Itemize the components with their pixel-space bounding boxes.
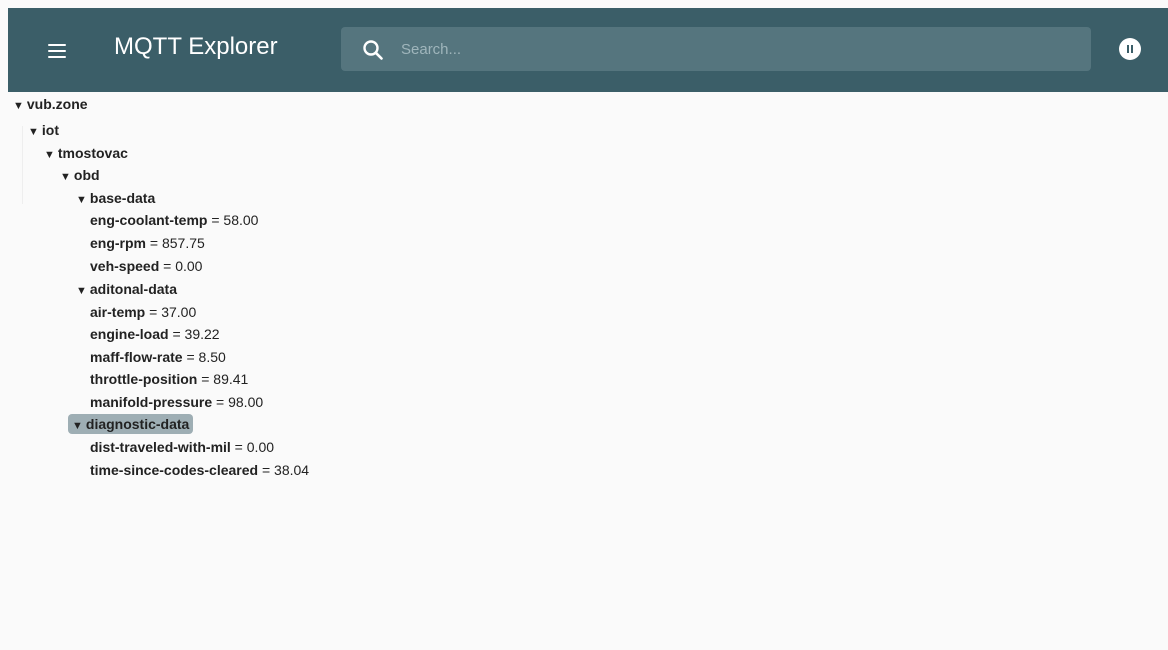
tree-node-label: obd <box>73 167 100 183</box>
topic-key: time-since-codes-cleared <box>90 462 259 478</box>
topic-key: maff-flow-rate <box>90 349 183 365</box>
topic-value: 38.04 <box>274 462 310 478</box>
mqtt-explorer-window: MQTT Explorer ▼vub.zone ▼iot ▼tmostovac … <box>0 0 1168 650</box>
topic-value: 58.00 <box>223 212 259 228</box>
tree-node-label: iot <box>41 122 59 138</box>
tree-node-diagnostic-data[interactable]: ▼ diagnostic-data <box>68 414 194 434</box>
app-title: MQTT Explorer <box>114 33 278 60</box>
topic-key: engine-load <box>90 326 169 342</box>
tree-node-label: aditonal-data <box>89 281 178 297</box>
tree-leaf-veh-speed[interactable]: veh-speed = 0.00 <box>90 256 202 276</box>
topic-tree: ▼ vub.zone ▼ iot ▼ tmostovac ▼ obd ▼ base-dat… <box>0 92 1168 650</box>
topic-value: 8.50 <box>198 349 226 365</box>
tree-leaf-air-temp[interactable]: air-temp = 37.00 <box>90 302 196 322</box>
tree-node-label: diagnostic-data <box>85 416 190 432</box>
tree-node-tmostovac[interactable]: ▼ tmostovac <box>44 143 128 163</box>
pause-icon[interactable] <box>1119 38 1141 60</box>
topic-value: 0.00 <box>246 439 275 455</box>
tree-node-vub-zone[interactable]: ▼ vub.zone <box>13 94 88 114</box>
tree-leaf-time-since-codes-cleared[interactable]: time-since-codes-cleared = 38.04 <box>90 460 309 480</box>
tree-leaf-dist-traveled-with-mil[interactable]: dist-traveled-with-mil = 0.00 <box>90 437 274 457</box>
topic-key: manifold-pressure <box>90 394 213 410</box>
topic-value: 39.22 <box>184 326 220 342</box>
menu-icon[interactable] <box>42 39 74 63</box>
topic-value: 98.00 <box>228 394 264 410</box>
app-bar: MQTT Explorer <box>8 8 1168 92</box>
tree-leaf-throttle-position[interactable]: throttle-position = 89.41 <box>90 369 248 389</box>
search-box[interactable] <box>341 27 1091 71</box>
topic-key: veh-speed <box>90 258 160 274</box>
tree-leaf-eng-coolant-temp[interactable]: eng-coolant-temp = 58.00 <box>90 210 258 230</box>
topic-value: 37.00 <box>161 304 197 320</box>
tree-leaf-engine-load[interactable]: engine-load = 39.22 <box>90 324 220 344</box>
expand-arrow-icon[interactable]: ▼ <box>28 126 39 138</box>
value-separator: = <box>182 349 199 365</box>
tree-node-label: base-data <box>89 190 156 206</box>
expand-arrow-icon[interactable]: ▼ <box>76 285 87 297</box>
tree-node-label: vub.zone <box>26 96 88 112</box>
search-icon <box>363 40 383 60</box>
tree-leaf-maff-flow-rate[interactable]: maff-flow-rate = 8.50 <box>90 347 226 367</box>
tree-guide-line <box>22 126 23 204</box>
tree-node-base-data[interactable]: ▼ base-data <box>76 188 155 208</box>
tree-node-aditonal-data[interactable]: ▼ aditonal-data <box>76 279 177 299</box>
expand-arrow-icon[interactable]: ▼ <box>72 420 83 432</box>
tree-node-obd[interactable]: ▼ obd <box>60 165 100 185</box>
expand-arrow-icon[interactable]: ▼ <box>13 100 24 112</box>
value-separator: = <box>197 371 214 387</box>
topic-key: throttle-position <box>90 371 198 387</box>
topic-key: dist-traveled-with-mil <box>90 439 231 455</box>
value-separator: = <box>145 304 162 320</box>
value-separator: = <box>168 326 185 342</box>
value-separator: = <box>207 212 224 228</box>
expand-arrow-icon[interactable]: ▼ <box>60 171 71 183</box>
tree-node-iot[interactable]: ▼ iot <box>28 120 59 140</box>
expand-arrow-icon[interactable]: ▼ <box>44 149 55 161</box>
tree-node-label: tmostovac <box>57 145 128 161</box>
expand-arrow-icon[interactable]: ▼ <box>76 194 87 206</box>
search-input[interactable] <box>401 27 1071 71</box>
topic-value: 0.00 <box>175 258 203 274</box>
tree-leaf-eng-rpm[interactable]: eng-rpm = 857.75 <box>90 233 205 253</box>
topic-key: air-temp <box>90 304 146 320</box>
value-separator: = <box>258 462 275 478</box>
value-separator: = <box>212 394 229 410</box>
value-separator: = <box>159 258 176 274</box>
topic-value: 89.41 <box>213 371 249 387</box>
topic-value: 857.75 <box>161 235 205 251</box>
topic-key: eng-rpm <box>90 235 146 251</box>
tree-leaf-manifold-pressure[interactable]: manifold-pressure = 98.00 <box>90 392 263 412</box>
topic-key: eng-coolant-temp <box>90 212 208 228</box>
value-separator: = <box>146 235 162 251</box>
value-separator: = <box>230 439 247 455</box>
